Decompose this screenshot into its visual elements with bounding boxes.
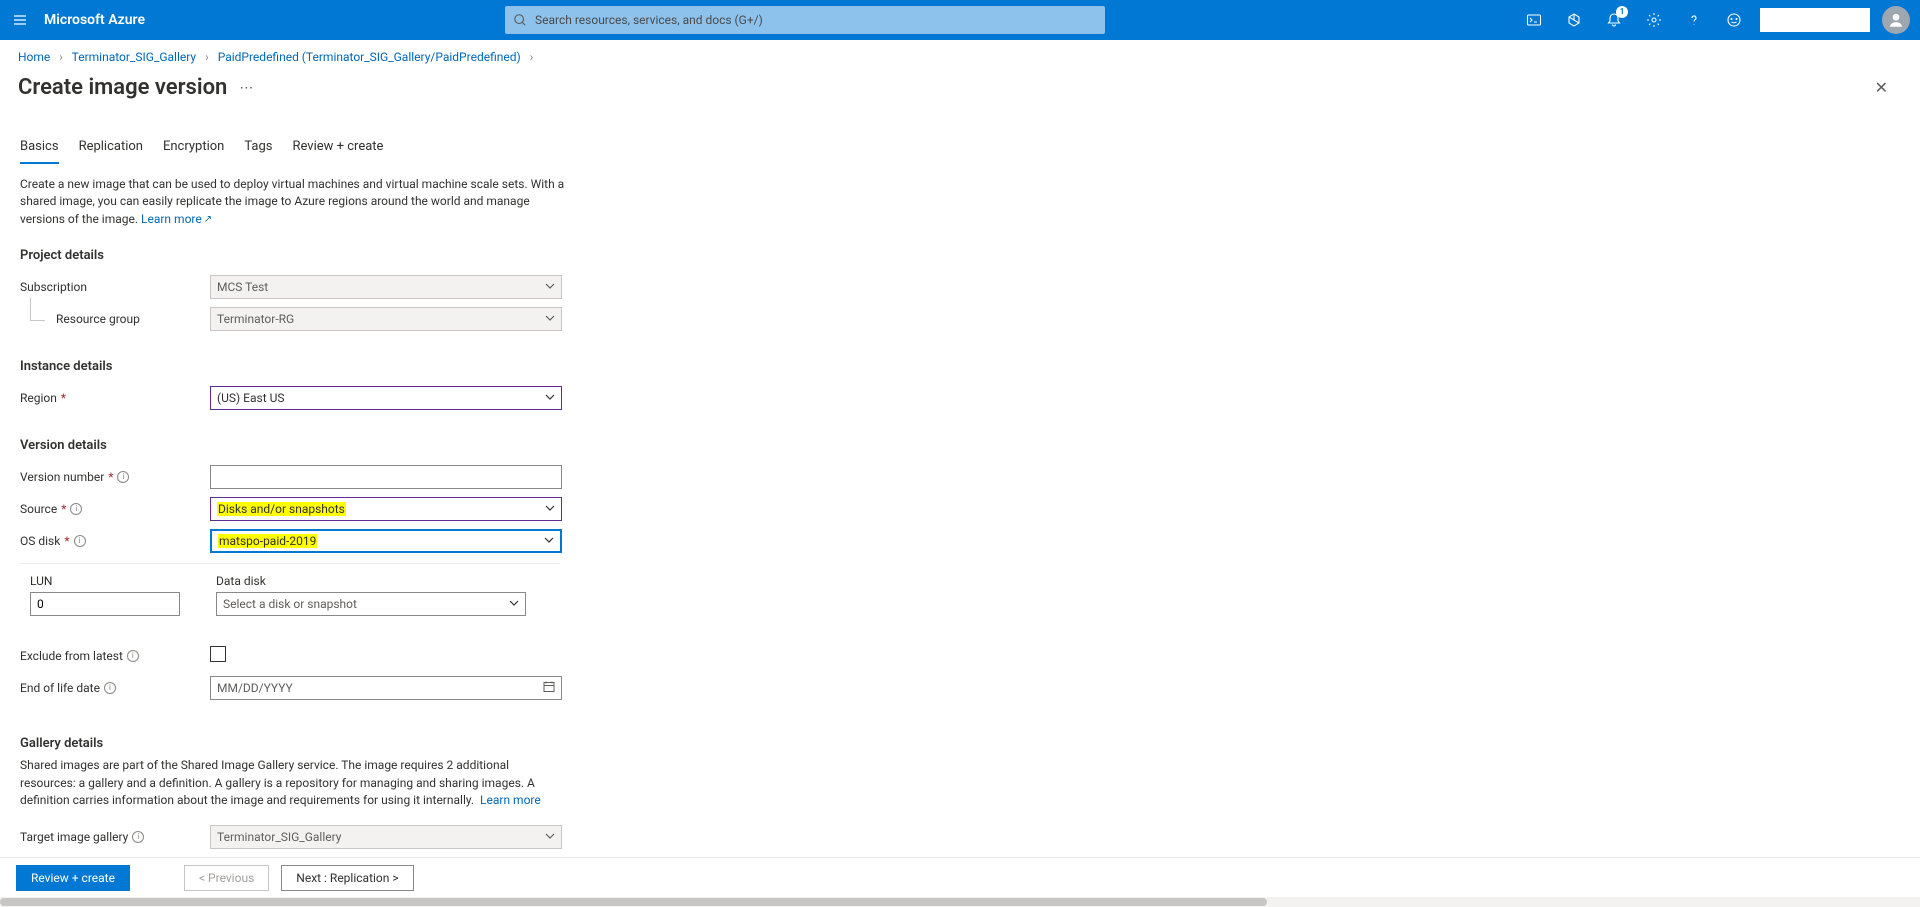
info-icon[interactable]: i: [132, 831, 144, 843]
top-bar: Microsoft Azure 1: [0, 0, 1920, 40]
review-create-button[interactable]: Review + create: [16, 865, 130, 891]
intro-text: Create a new image that can be used to d…: [20, 164, 565, 238]
breadcrumb-item[interactable]: PaidPredefined (Terminator_SIG_Gallery/P…: [218, 50, 521, 64]
chevron-right-icon: ›: [199, 50, 215, 64]
learn-more-link[interactable]: Learn more↗: [141, 212, 212, 226]
required-asterisk: *: [61, 391, 66, 405]
section-heading-version: Version details: [20, 416, 1900, 459]
info-icon[interactable]: i: [74, 535, 86, 547]
version-number-label: Version number * i: [20, 470, 210, 484]
top-icon-bar: 1: [1514, 0, 1910, 40]
close-blade-icon[interactable]: ✕: [1867, 70, 1896, 105]
end-of-life-input[interactable]: [210, 676, 562, 700]
help-icon[interactable]: [1674, 0, 1714, 40]
exclude-from-latest-checkbox[interactable]: [210, 646, 226, 662]
more-actions-icon[interactable]: ⋯: [227, 80, 253, 96]
chevron-right-icon: ›: [524, 50, 540, 64]
previous-button[interactable]: < Previous: [184, 865, 269, 891]
gallery-details-description: Shared images are part of the Shared Ima…: [20, 757, 565, 809]
chevron-down-icon: [545, 391, 555, 405]
subscription-label: Subscription: [20, 280, 210, 294]
breadcrumb-item[interactable]: Terminator_SIG_Gallery: [72, 50, 196, 64]
info-icon[interactable]: i: [127, 650, 139, 662]
tab-encryption[interactable]: Encryption: [163, 139, 224, 164]
tab-tags[interactable]: Tags: [244, 139, 272, 164]
brand-label[interactable]: Microsoft Azure: [40, 12, 155, 28]
horizontal-scrollbar[interactable]: [0, 897, 1920, 907]
version-number-input[interactable]: [210, 465, 562, 489]
region-label: Region *: [20, 391, 210, 405]
resource-group-label: Resource group: [20, 312, 210, 326]
data-disk-block: LUN Data disk Select a disk or snapshot: [20, 574, 1900, 616]
notifications-icon[interactable]: 1: [1594, 0, 1634, 40]
region-select[interactable]: (US) East US: [210, 386, 562, 410]
info-icon[interactable]: i: [117, 471, 129, 483]
breadcrumb-item[interactable]: Home: [18, 50, 50, 64]
target-image-gallery-select[interactable]: Terminator_SIG_Gallery: [210, 825, 562, 849]
required-asterisk: *: [108, 470, 113, 484]
section-heading-project: Project details: [20, 238, 1900, 269]
calendar-icon[interactable]: [543, 681, 555, 696]
breadcrumb: Home › Terminator_SIG_Gallery › PaidPred…: [0, 40, 1920, 66]
next-button[interactable]: Next : Replication >: [281, 865, 413, 891]
notification-badge: 1: [1616, 6, 1628, 18]
global-search-input[interactable]: [535, 13, 1105, 27]
tab-basics[interactable]: Basics: [20, 139, 59, 164]
form-scroll-area[interactable]: Create a new image that can be used to d…: [0, 164, 1920, 859]
tab-review[interactable]: Review + create: [292, 139, 383, 164]
required-asterisk: *: [64, 534, 69, 548]
global-search[interactable]: [505, 6, 1105, 34]
lun-input[interactable]: [30, 592, 180, 616]
page-header: Create image version ⋯ ✕: [0, 66, 1920, 109]
chevron-down-icon: [544, 534, 554, 548]
settings-gear-icon[interactable]: [1634, 0, 1674, 40]
os-disk-label: OS disk * i: [20, 534, 210, 548]
end-of-life-label: End of life date i: [20, 681, 210, 695]
exclude-from-latest-label: Exclude from latest i: [20, 649, 210, 663]
tab-replication[interactable]: Replication: [79, 139, 143, 164]
data-disk-label: Data disk: [216, 574, 526, 592]
target-image-gallery-label: Target image gallery i: [20, 830, 210, 844]
source-label: Source * i: [20, 502, 210, 516]
source-select[interactable]: Disks and/or snapshots: [210, 497, 562, 521]
chevron-down-icon: [545, 502, 555, 516]
chevron-down-icon: [545, 312, 555, 326]
subscription-select[interactable]: MCS Test: [210, 275, 562, 299]
chevron-right-icon: ›: [53, 50, 69, 64]
os-disk-select[interactable]: matspo-paid-2019: [210, 529, 562, 553]
info-icon[interactable]: i: [70, 503, 82, 515]
account-quick-input[interactable]: [1760, 8, 1870, 32]
cloud-shell-icon[interactable]: [1514, 0, 1554, 40]
wizard-footer: Review + create < Previous Next : Replic…: [0, 857, 1920, 897]
resource-group-select[interactable]: Terminator-RG: [210, 307, 562, 331]
info-icon[interactable]: i: [104, 682, 116, 694]
feedback-icon[interactable]: [1714, 0, 1754, 40]
data-disk-select[interactable]: Select a disk or snapshot: [216, 592, 526, 616]
section-heading-instance: Instance details: [20, 337, 1900, 380]
lun-label: LUN: [30, 574, 180, 592]
required-asterisk: *: [61, 502, 66, 516]
chevron-down-icon: [509, 597, 519, 611]
learn-more-link[interactable]: Learn more: [480, 793, 541, 807]
section-heading-gallery: Gallery details: [20, 706, 1900, 757]
page-title: Create image version: [18, 75, 227, 100]
chevron-down-icon: [545, 830, 555, 844]
hamburger-menu-icon[interactable]: [0, 0, 40, 40]
user-avatar[interactable]: [1882, 6, 1910, 34]
chevron-down-icon: [545, 280, 555, 294]
wizard-tabs: Basics Replication Encryption Tags Revie…: [0, 109, 1920, 164]
external-link-icon: ↗: [202, 214, 212, 225]
directories-icon[interactable]: [1554, 0, 1594, 40]
